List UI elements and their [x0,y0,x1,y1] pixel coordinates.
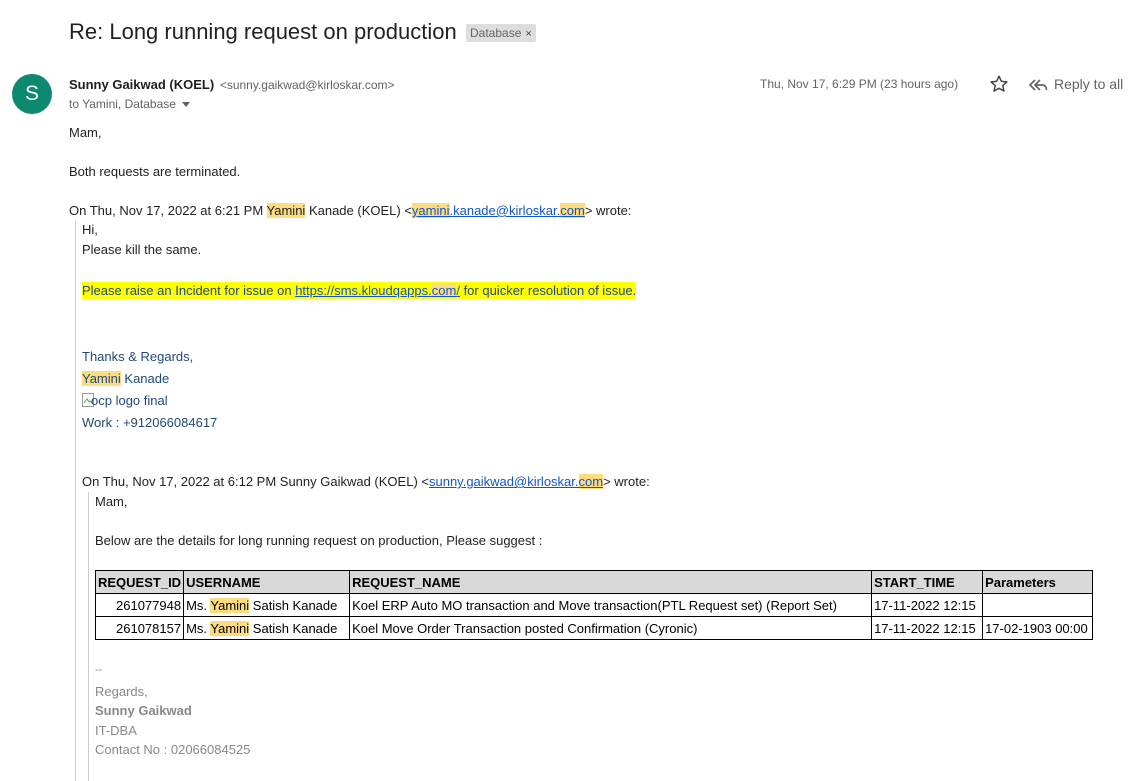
quote-header-prefix: On Thu, Nov 17, 2022 at 6:21 PM [69,203,267,218]
quote-bar-outer [75,221,76,781]
cell-start-time: 17-11-2022 12:15 [871,593,984,617]
quote-header-mid: Kanade (KOEL) < [305,203,412,218]
signature-name-2: Sunny Gaikwad [95,703,192,718]
reply-all-button[interactable]: Reply to all [1028,76,1123,93]
column-header: REQUEST_NAME [349,570,873,594]
sender-name[interactable]: Sunny Gaikwad (KOEL) [69,77,214,92]
cell-request-name: Koel Move Order Transaction posted Confi… [349,616,873,640]
quote-header-2: On Thu, Nov 17, 2022 at 6:12 PM Sunny Ga… [82,474,650,489]
recipients-text: to Yamini, Database [69,97,176,111]
email-date: Thu, Nov 17, 6:29 PM (23 hours ago) [760,77,959,91]
label-chip-text: Database [470,26,522,40]
reply-all-icon [1028,79,1048,91]
sender-avatar[interactable]: S [12,74,52,114]
sender-line: Sunny Gaikwad (KOEL) <sunny.gaikwad@kirl… [69,77,395,92]
incident-notice: Please raise an Incident for issue on ht… [82,282,637,299]
reply-all-label: Reply to all [1054,76,1124,92]
quote2-line: Below are the details for long running r… [95,533,543,548]
quote-bar-inner [88,492,89,781]
email-subject: Re: Long running request on production [69,19,457,44]
request-table: REQUEST_ID USERNAME REQUEST_NAME START_T… [94,570,1094,640]
cell-request-id: 261077948 [94,593,185,617]
cell-username: Ms. Yamini Satish Kanade [183,616,351,640]
label-chip-database[interactable]: Database × [466,24,536,42]
signature-name: Yamini Kanade [82,371,170,386]
table-row: 261078157 Ms. Yamini Satish Kanade Koel … [94,616,1094,640]
work-phone: +912066084617 [122,415,218,430]
column-header: USERNAME [183,570,351,594]
incident-pre: Please raise an Incident for issue on [82,283,296,298]
quote2-greeting: Mam, [95,494,128,509]
chevron-down-icon[interactable] [181,102,190,108]
column-header: Parameters [982,570,1094,594]
request-table-wrap: REQUEST_ID USERNAME REQUEST_NAME START_T… [94,570,1094,640]
star-icon[interactable] [988,73,1010,95]
cell-request-name: Koel ERP Auto MO transaction and Move tr… [349,593,873,617]
cell-request-id: 261078157 [94,616,185,640]
body-line: Both requests are terminated. [69,164,241,179]
quote2-email-link[interactable]: sunny.gaikwad@kirloskar.com [429,474,604,489]
column-header: REQUEST_ID [94,570,185,594]
signature-dept: IT-DBA [95,723,137,738]
signature-regards: Regards, [95,684,148,699]
incident-post: for quicker resolution of issue. [459,283,637,298]
column-header: START_TIME [871,570,984,594]
quote-header-email-link[interactable]: yamini.kanade@kirloskar.com [411,203,585,218]
signature-work: Work : +912066084617 [82,415,218,430]
body-greeting: Mam, [69,125,102,140]
quote1-hi: Hi, [82,222,98,237]
signature-dashes: -- [95,664,103,676]
cell-parameters: 17-02-1903 00:00 [982,616,1094,640]
thanks-regards: Thanks & Regards, [82,349,194,364]
quote-header-suffix: > wrote: [584,203,632,218]
label-remove-icon[interactable]: × [525,28,531,40]
highlight-name: Yamini [266,203,306,218]
signature-contact: Contact No : 02066084525 [95,742,251,757]
table-header-row: REQUEST_ID USERNAME REQUEST_NAME START_T… [94,570,1094,594]
logo-broken-image: ocp logo final [82,393,168,408]
quote1-line: Please kill the same. [82,242,202,257]
quote-header-1: On Thu, Nov 17, 2022 at 6:21 PM Yamini K… [69,203,631,218]
table-row: 261077948 Ms. Yamini Satish Kanade Koel … [94,593,1094,617]
cell-username: Ms. Yamini Satish Kanade [183,593,351,617]
cell-start-time: 17-11-2022 12:15 [871,616,984,640]
sender-email: <sunny.gaikwad@kirloskar.com> [219,78,395,92]
cell-parameters [982,593,1094,617]
incident-link[interactable]: https://sms.kloudqapps.com/ [295,283,460,298]
recipients-line[interactable]: to Yamini, Database [69,97,190,111]
